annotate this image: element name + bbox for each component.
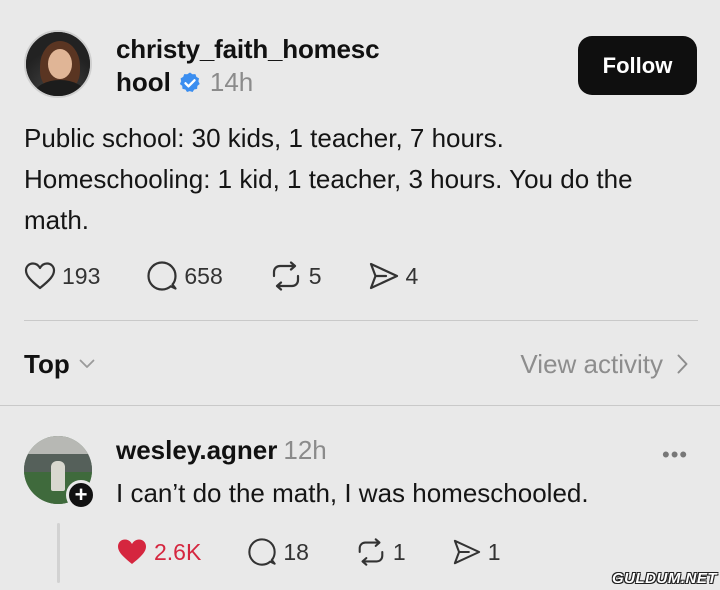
more-icon[interactable]: ••• xyxy=(662,444,688,466)
reply-button[interactable]: 658 xyxy=(146,260,223,292)
repost-icon xyxy=(272,261,299,291)
post: christy_faith_homesc hool 14h Follow Pub… xyxy=(0,0,720,320)
sort-dropdown[interactable]: Top xyxy=(24,349,95,380)
author-avatar[interactable] xyxy=(24,30,92,98)
repost-button[interactable]: 5 xyxy=(269,261,322,291)
sort-bar: Top View activity xyxy=(24,346,688,382)
comment-actions: 2.6K 18 1 1 xyxy=(116,534,501,570)
heart-icon xyxy=(24,262,56,290)
reply-icon xyxy=(248,538,277,566)
comment-share-count: 1 xyxy=(487,538,501,565)
comment-like-count: 2.6K xyxy=(154,538,202,565)
sort-label: Top xyxy=(24,348,70,379)
author-username-continued[interactable]: hool xyxy=(116,66,171,99)
commenter-username[interactable]: wesley.agner xyxy=(116,435,277,465)
share-button[interactable]: 4 xyxy=(368,261,419,291)
chevron-right-icon xyxy=(677,354,688,374)
comment-share-button[interactable]: 1 xyxy=(452,538,501,566)
verified-badge-icon xyxy=(179,72,200,92)
heart-icon xyxy=(118,539,146,564)
comment-like-button[interactable]: 2.6K xyxy=(116,537,201,567)
repost-count: 5 xyxy=(308,262,322,289)
comment-text: I can’t do the math, I was homeschooled. xyxy=(116,478,589,508)
comment-reply-count: 18 xyxy=(283,538,309,565)
thread-line xyxy=(57,523,60,583)
reply-count: 658 xyxy=(184,262,223,289)
comment-repost-button[interactable]: 1 xyxy=(355,537,406,567)
like-count: 193 xyxy=(62,262,101,289)
author-meta: hool 14h xyxy=(116,66,253,99)
post-actions: 193 658 5 4 xyxy=(24,258,418,294)
comment: + wesley.agner 12h ••• I can’t do the mat… xyxy=(0,406,720,590)
share-icon xyxy=(369,262,398,290)
share-count: 4 xyxy=(405,262,419,289)
post-time: 14h xyxy=(209,67,254,97)
follow-button[interactable]: Follow xyxy=(578,36,697,95)
comment-time: 12h xyxy=(283,435,327,465)
comment-reply-button[interactable]: 18 xyxy=(247,537,309,567)
follow-plus-button[interactable]: + xyxy=(66,480,96,510)
plus-icon: + xyxy=(74,482,88,507)
commenter-meta: wesley.agner 12h xyxy=(116,434,327,467)
view-activity-label: View activity xyxy=(520,348,663,379)
comment-repost-count: 1 xyxy=(392,538,406,565)
share-icon xyxy=(453,539,480,565)
repost-icon xyxy=(358,538,384,566)
author-username[interactable]: christy_faith_homesc xyxy=(116,33,476,66)
view-activity-link[interactable]: View activity xyxy=(520,349,688,380)
divider xyxy=(24,320,698,321)
like-button[interactable]: 193 xyxy=(24,261,100,291)
watermark: GULDUM.NET xyxy=(612,570,717,587)
post-text: Public school: 30 kids, 1 teacher, 7 hou… xyxy=(24,123,633,235)
chevron-down-icon xyxy=(79,359,95,368)
reply-icon xyxy=(147,261,177,291)
